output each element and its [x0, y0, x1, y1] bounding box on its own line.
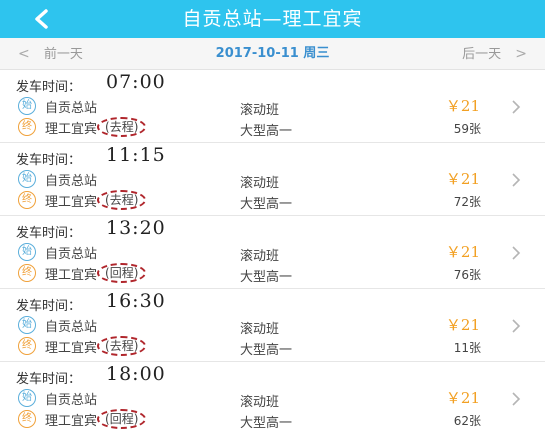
departure-time-label: 发车时间： [16, 299, 82, 314]
trip-row[interactable]: 发车时间： 13:20 始 自贡总站 终 理工宜宾 (回程) 滚动班 大型高一 … [0, 216, 545, 289]
departure-time: 11:15 [106, 144, 166, 166]
chevron-right-icon: > [515, 46, 527, 62]
direction-annotation: (去程) [97, 336, 147, 356]
bus-model: 大型高一 [240, 270, 293, 285]
end-badge: 终 [18, 264, 36, 282]
seats-remaining: 76张 [453, 268, 481, 282]
start-stop-name: 自贡总站 [45, 173, 98, 189]
trip-row[interactable]: 发车时间： 07:00 始 自贡总站 终 理工宜宾 (去程) 滚动班 大型高一 … [0, 70, 545, 143]
start-stop-row: 始 自贡总站 [18, 242, 97, 262]
ticket-price: ￥21 [445, 389, 480, 407]
start-badge: 始 [18, 97, 36, 115]
end-badge: 终 [18, 118, 36, 136]
trip-list: 发车时间： 07:00 始 自贡总站 终 理工宜宾 (去程) 滚动班 大型高一 … [0, 70, 545, 435]
chevron-right-icon [509, 244, 523, 262]
bus-type: 滚动班 [240, 249, 280, 264]
seats-remaining: 59张 [453, 122, 481, 136]
chevron-right-icon [509, 317, 523, 335]
start-stop-row: 始 自贡总站 [18, 388, 97, 408]
end-stop-name: 理工宜宾 [45, 340, 98, 356]
start-badge: 始 [18, 316, 36, 334]
bus-model: 大型高一 [240, 343, 293, 358]
departure-time: 18:00 [106, 363, 166, 385]
end-stop-row: 终 理工宜宾 (回程) [18, 263, 147, 283]
trip-row[interactable]: 发车时间： 11:15 始 自贡总站 终 理工宜宾 (去程) 滚动班 大型高一 … [0, 143, 545, 216]
start-stop-row: 始 自贡总站 [18, 96, 97, 116]
departure-time-label: 发车时间： [16, 153, 82, 168]
start-badge: 始 [18, 243, 36, 261]
direction-annotation: (回程) [97, 263, 147, 283]
direction-annotation: (去程) [97, 117, 147, 137]
start-stop-name: 自贡总站 [45, 319, 98, 335]
seats-remaining: 11张 [453, 341, 481, 355]
end-stop-name: 理工宜宾 [45, 267, 98, 283]
ticket-price: ￥21 [445, 316, 480, 334]
end-stop-row: 终 理工宜宾 (回程) [18, 409, 147, 429]
bus-type: 滚动班 [240, 322, 280, 337]
departure-time-label: 发车时间： [16, 226, 82, 241]
trip-row[interactable]: 发车时间： 16:30 始 自贡总站 终 理工宜宾 (去程) 滚动班 大型高一 … [0, 289, 545, 362]
start-stop-name: 自贡总站 [45, 246, 98, 262]
departure-time: 13:20 [106, 217, 166, 239]
ticket-price: ￥21 [445, 243, 480, 261]
chevron-right-icon [509, 171, 523, 189]
next-day-button[interactable]: 后一天 > [462, 38, 527, 70]
departure-time: 07:00 [106, 71, 166, 93]
start-stop-row: 始 自贡总站 [18, 315, 97, 335]
direction-annotation: (去程) [97, 190, 147, 210]
ticket-price: ￥21 [445, 170, 480, 188]
bus-model: 大型高一 [240, 416, 293, 431]
start-stop-name: 自贡总站 [45, 100, 98, 116]
next-day-label: 后一天 [462, 47, 502, 62]
page-title: 自贡总站—理工宜宾 [182, 8, 363, 30]
end-stop-row: 终 理工宜宾 (去程) [18, 190, 147, 210]
end-stop-name: 理工宜宾 [45, 194, 98, 210]
start-badge: 始 [18, 389, 36, 407]
seats-remaining: 72张 [453, 195, 481, 209]
chevron-right-icon [509, 390, 523, 408]
trip-row[interactable]: 发车时间： 18:00 始 自贡总站 终 理工宜宾 (回程) 滚动班 大型高一 … [0, 362, 545, 435]
end-stop-row: 终 理工宜宾 (去程) [18, 336, 147, 356]
departure-time-label: 发车时间： [16, 80, 82, 95]
bus-type: 滚动班 [240, 395, 280, 410]
start-stop-name: 自贡总站 [45, 392, 98, 408]
date-navigation: < 前一天 2017-10-11 周三 后一天 > [0, 38, 545, 70]
bus-type: 滚动班 [240, 176, 280, 191]
bus-model: 大型高一 [240, 124, 293, 139]
end-badge: 终 [18, 337, 36, 355]
end-badge: 终 [18, 191, 36, 209]
bus-model: 大型高一 [240, 197, 293, 212]
start-stop-row: 始 自贡总站 [18, 169, 97, 189]
start-badge: 始 [18, 170, 36, 188]
chevron-right-icon [509, 98, 523, 116]
ticket-price: ￥21 [445, 97, 480, 115]
end-badge: 终 [18, 410, 36, 428]
direction-annotation: (回程) [97, 409, 147, 429]
departure-time-label: 发车时间： [16, 372, 82, 387]
end-stop-row: 终 理工宜宾 (去程) [18, 117, 147, 137]
seats-remaining: 62张 [453, 414, 481, 428]
end-stop-name: 理工宜宾 [45, 413, 98, 429]
header-bar: 自贡总站—理工宜宾 [0, 0, 545, 38]
departure-time: 16:30 [106, 290, 166, 312]
end-stop-name: 理工宜宾 [45, 121, 98, 137]
bus-type: 滚动班 [240, 103, 280, 118]
